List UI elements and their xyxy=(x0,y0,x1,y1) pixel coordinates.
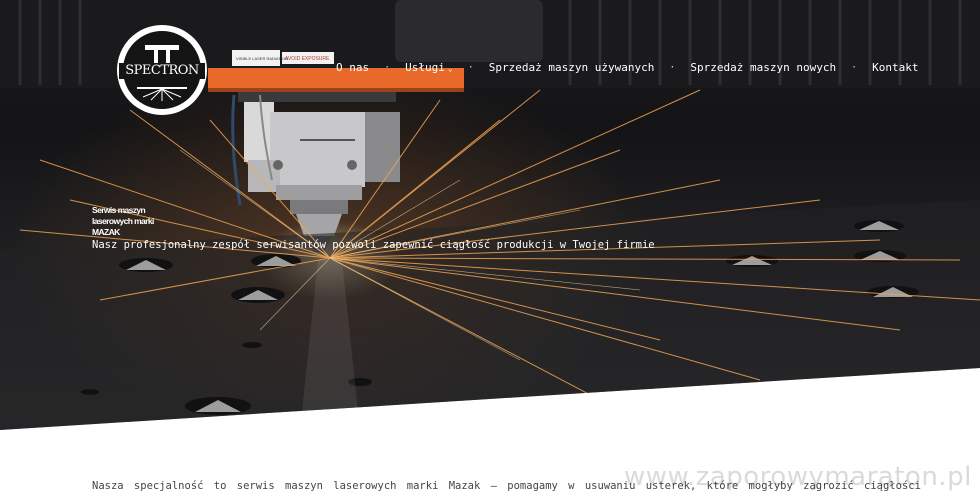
hero-subtitle: Nasz profesjonalny zespół serwisantów po… xyxy=(92,239,655,251)
nav-separator: · xyxy=(669,61,676,73)
hero-title: Serwis maszyn laserowych marki MAZAK xyxy=(92,205,154,237)
nav-separator: · xyxy=(851,61,858,73)
logo-wordmark: SPECTRON xyxy=(119,63,205,79)
nav-item-kontakt[interactable]: Kontakt xyxy=(872,61,918,74)
nav-item-uslugi[interactable]: Usługi ⌄ xyxy=(405,61,453,74)
nav-item-sprzedaz-nowych[interactable]: Sprzedaż maszyn nowych xyxy=(690,61,836,74)
nav-separator: · xyxy=(467,61,474,73)
machine-warning-label: VISIBLE LASER RADIATION xyxy=(236,56,288,61)
nav-item-uslugi-label: Usługi xyxy=(405,60,445,74)
intro-paragraph: Nasza specjalność to serwis maszyn laser… xyxy=(92,480,921,492)
logo-badge: SPECTRON xyxy=(119,31,205,109)
nav-item-o-nas[interactable]: O nas xyxy=(336,61,369,74)
main-nav: O nas · Usługi ⌄ · Sprzedaż maszyn używan… xyxy=(336,59,918,75)
nav-item-sprzedaz-uzywanych[interactable]: Sprzedaż maszyn używanych xyxy=(489,61,655,74)
spectron-logo[interactable]: SPECTRON xyxy=(117,25,207,115)
chevron-down-icon: ⌄ xyxy=(447,63,453,73)
nav-separator: · xyxy=(384,61,391,73)
machine-exposure-label: AVOID EXPOSURE xyxy=(285,56,330,62)
